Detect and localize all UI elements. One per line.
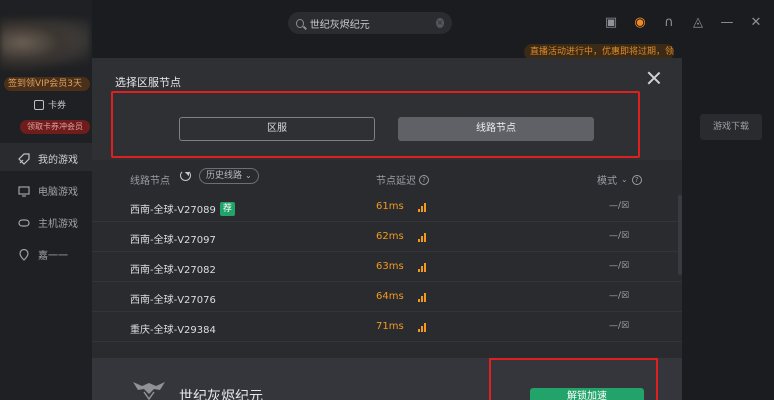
sidebar: 签到领VIP会员3天 卡券 领取卡券冲会员 我的游戏 电脑游戏 主机游戏 嘉一一 bbox=[0, 0, 92, 400]
sidebar-item-label: 主机游戏 bbox=[38, 219, 78, 230]
table-row[interactable]: 西南-全球-V27097 62ms —/☒ bbox=[92, 222, 682, 252]
node-name: 西南-全球-V27089 荐 bbox=[130, 201, 235, 216]
node-name-text: 西南-全球-V27076 bbox=[130, 295, 216, 306]
signal-icon bbox=[418, 322, 428, 332]
history-route-label: 历史线路 bbox=[206, 171, 243, 181]
game-download-button[interactable]: 游戏下载 bbox=[700, 114, 762, 140]
close-icon[interactable] bbox=[646, 70, 662, 86]
column-delay-label: 节点延迟 bbox=[376, 176, 416, 187]
search-bar[interactable]: × bbox=[288, 12, 452, 34]
avatar[interactable] bbox=[0, 18, 90, 73]
vip-promo-badge[interactable]: 签到领VIP会员3天 bbox=[4, 77, 90, 91]
signal-icon bbox=[418, 202, 428, 212]
game-logo-icon bbox=[133, 382, 165, 400]
mode-value: —/☒ bbox=[609, 261, 630, 271]
top-bar: × ▣ ◉ ∩ ◬ — ✕ bbox=[92, 0, 774, 46]
chevron-down-icon: ⌄ bbox=[245, 171, 252, 180]
column-node: 线路节点 bbox=[130, 176, 170, 187]
help-icon[interactable]: ? bbox=[631, 174, 642, 185]
monitor-icon bbox=[18, 185, 30, 197]
search-input[interactable] bbox=[309, 17, 430, 29]
sidebar-item-console-games[interactable]: 主机游戏 bbox=[18, 215, 78, 230]
location-icon bbox=[18, 248, 30, 261]
signal-icon bbox=[418, 232, 428, 242]
scrollbar[interactable] bbox=[678, 195, 682, 275]
sidebar-item-label: 我的游戏 bbox=[38, 155, 78, 166]
node-name: 西南-全球-V27082 bbox=[130, 261, 216, 276]
node-name: 重庆-全球-V29384 bbox=[130, 321, 216, 336]
mode-value: —/☒ bbox=[609, 291, 630, 301]
history-route-dropdown[interactable]: 历史线路 ⌄ bbox=[199, 168, 259, 184]
sidebar-item-my-games[interactable]: 我的游戏 bbox=[18, 151, 78, 166]
latency-value: 62ms bbox=[376, 231, 404, 242]
mode-value: —/☒ bbox=[609, 321, 630, 331]
help-icon[interactable]: ? bbox=[419, 174, 429, 185]
card-coupon-link[interactable]: 卡券 bbox=[34, 98, 66, 111]
table-row[interactable]: 西南-全球-V27076 64ms —/☒ bbox=[92, 282, 682, 312]
sidebar-item-pc-games[interactable]: 电脑游戏 bbox=[18, 183, 78, 198]
column-mode[interactable]: 模式 ⌄ ? bbox=[597, 172, 642, 187]
table-row[interactable]: 西南-全球-V27089 荐 61ms —/☒ bbox=[92, 192, 682, 222]
latency-value: 61ms bbox=[376, 201, 404, 212]
sidebar-item-label: 电脑游戏 bbox=[38, 187, 78, 198]
signal-icon bbox=[418, 292, 428, 302]
clear-icon[interactable]: × bbox=[435, 18, 444, 28]
latency-value: 64ms bbox=[376, 291, 404, 302]
dialog-title: 选择区服节点 bbox=[115, 76, 181, 89]
node-name-text: 重庆-全球-V29384 bbox=[130, 325, 216, 336]
signal-icon bbox=[418, 262, 428, 272]
column-mode-label: 模式 bbox=[597, 176, 617, 187]
sidebar-item-label: 嘉一一 bbox=[38, 251, 68, 262]
card-coupon-label: 卡券 bbox=[48, 101, 67, 111]
column-delay: 节点延迟 ? bbox=[376, 172, 429, 187]
gift-icon[interactable]: ▣ bbox=[603, 14, 619, 30]
node-name: 西南-全球-V27076 bbox=[130, 291, 216, 306]
latency-value: 63ms bbox=[376, 261, 404, 272]
minimize-icon[interactable]: — bbox=[719, 14, 735, 30]
server-node-dialog: 选择区服节点 区服 线路节点 线路节点 历史线路 ⌄ 节点延迟 ? 模式 ⌄ ? bbox=[92, 58, 682, 400]
gamepad-icon bbox=[18, 217, 30, 229]
recommended-badge: 荐 bbox=[219, 201, 235, 216]
node-name: 西南-全球-V27097 bbox=[130, 231, 216, 246]
close-window-icon[interactable]: ✕ bbox=[748, 14, 764, 30]
card-icon bbox=[34, 99, 44, 110]
vip-icon[interactable]: ◉ bbox=[632, 14, 648, 30]
mode-value: —/☒ bbox=[609, 231, 630, 241]
node-name-text: 西南-全球-V27097 bbox=[130, 235, 216, 246]
highlight-box-start bbox=[489, 358, 658, 400]
node-name-text: 西南-全球-V27089 bbox=[130, 205, 216, 216]
table-row[interactable]: 西南-全球-V27082 63ms —/☒ bbox=[92, 252, 682, 282]
rocket-icon bbox=[18, 152, 30, 165]
sidebar-item-more[interactable]: 嘉一一 bbox=[18, 247, 68, 262]
node-list-header: 线路节点 历史线路 ⌄ 节点延迟 ? 模式 ⌄ ? bbox=[92, 160, 682, 192]
refresh-icon[interactable] bbox=[180, 170, 191, 181]
game-title: 世纪灰烬纪元 bbox=[179, 389, 263, 400]
highlight-box-tabs bbox=[111, 91, 640, 158]
bell-icon[interactable]: ◬ bbox=[690, 14, 706, 30]
search-icon bbox=[296, 18, 304, 28]
node-name-text: 西南-全球-V27082 bbox=[130, 265, 216, 276]
coupon-red-badge[interactable]: 领取卡券冲会员 bbox=[20, 120, 90, 134]
table-row[interactable]: 重庆-全球-V29384 71ms —/☒ bbox=[92, 312, 682, 342]
headset-icon[interactable]: ∩ bbox=[661, 14, 677, 30]
mode-value: —/☒ bbox=[609, 201, 630, 211]
latency-value: 71ms bbox=[376, 321, 404, 332]
chevron-down-icon: ⌄ bbox=[621, 175, 628, 184]
